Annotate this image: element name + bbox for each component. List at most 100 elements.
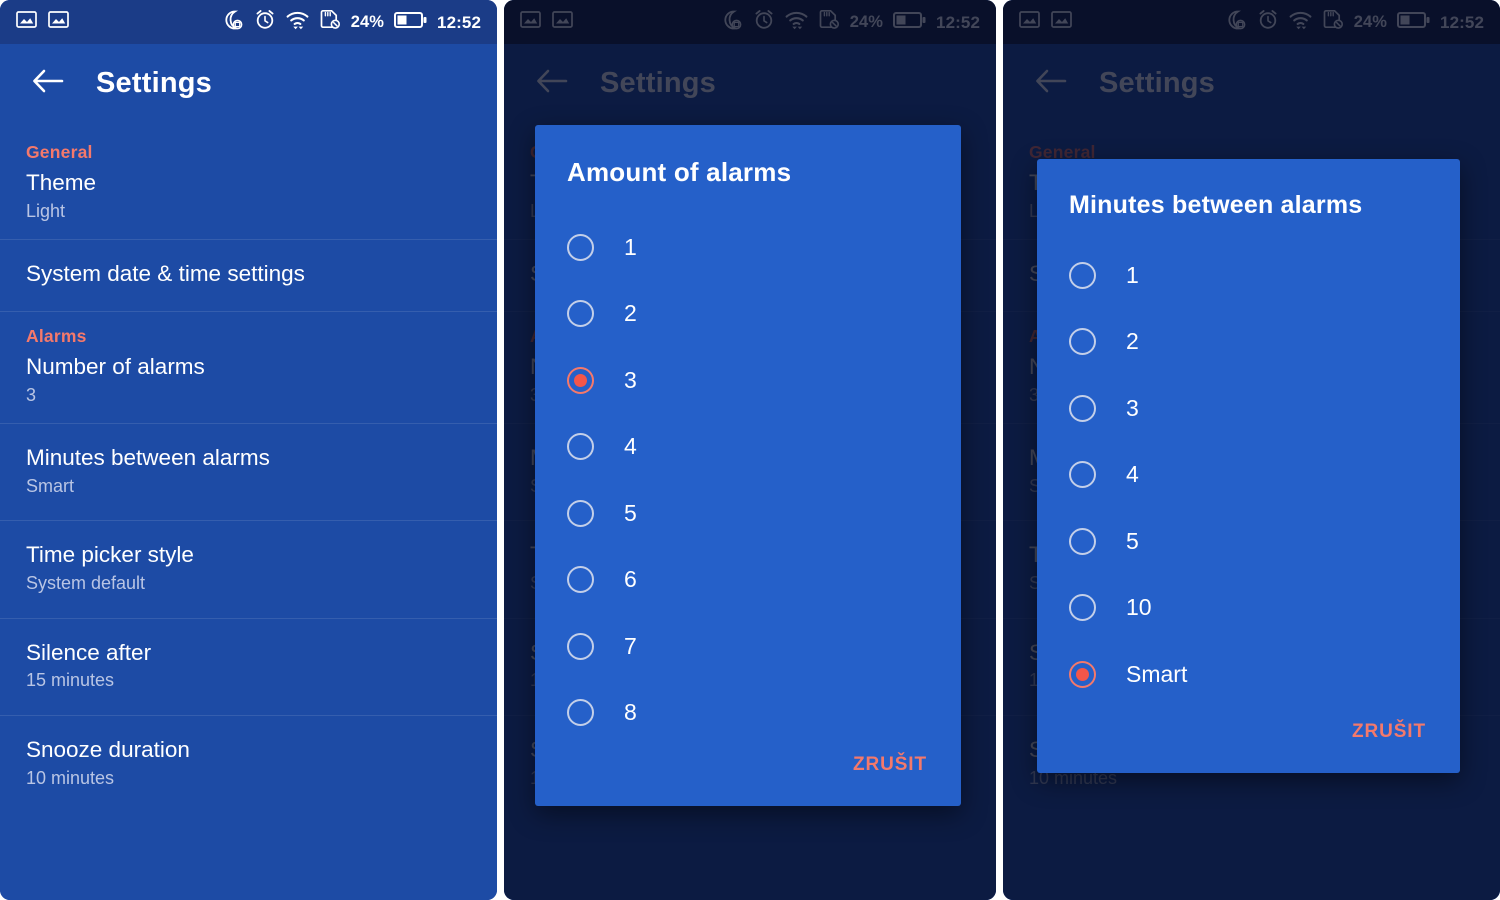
arrow-back-icon [32, 68, 64, 99]
page-title: Settings [600, 66, 716, 99]
sd-card-off-icon [818, 9, 840, 35]
list-item-silence-after[interactable]: Silence after 15 minutes [0, 619, 497, 716]
back-button[interactable] [1029, 61, 1073, 105]
image-icon [16, 11, 37, 33]
phone-panel-settings: 24% 12:52 Settings General Theme Light S… [0, 0, 497, 900]
do-not-disturb-moon-icon [720, 9, 743, 35]
page-title: Settings [1099, 66, 1215, 99]
radio-icon [567, 632, 594, 660]
radio-label: 5 [624, 499, 637, 526]
list-item-title: System date & time settings [26, 261, 305, 287]
status-bar-system-icons: 24% 12:52 [221, 9, 481, 35]
list-item-system-date-time-settings[interactable]: System date & time settings [0, 240, 497, 312]
screenshot-stage: 24% 12:52 Settings General Theme Light S… [0, 0, 1500, 900]
radio-option-4[interactable]: 4 [535, 414, 961, 481]
panel-divider [996, 0, 1003, 900]
image-icon [520, 11, 541, 33]
radio-label: 7 [624, 632, 637, 659]
status-bar-notification-icons [520, 11, 573, 33]
radio-group-amount-of-alarms: 1 2 3 4 5 6 7 8 [535, 214, 961, 746]
app-bar: Settings [504, 44, 996, 122]
radio-label: 4 [1126, 461, 1139, 488]
battery-percent-label: 24% [1353, 12, 1388, 31]
radio-icon [567, 699, 594, 727]
radio-option-5[interactable]: 5 [1037, 508, 1460, 575]
radio-icon [1069, 394, 1096, 422]
list-item-title: Silence after [26, 639, 152, 665]
radio-label: 3 [624, 366, 637, 393]
list-item-value: Light [26, 200, 66, 221]
battery-percent-label: 24% [849, 12, 884, 31]
amount-of-alarms-dialog: Amount of alarms 1 2 3 4 5 6 7 8 ZRUŠIT [535, 125, 961, 806]
radio-label: 8 [624, 699, 637, 726]
radio-option-3[interactable]: 3 [1037, 375, 1460, 442]
screen-surface: 24% 12:52 Settings General T [504, 0, 996, 900]
radio-icon [567, 300, 594, 328]
list-item-snooze-duration[interactable]: Snooze duration 10 minutes [0, 716, 497, 812]
radio-option-2[interactable]: 2 [1037, 309, 1460, 376]
radio-option-3[interactable]: 3 [535, 347, 961, 414]
list-item-time-picker-style[interactable]: Time picker style System default [0, 521, 497, 619]
radio-option-smart[interactable]: Smart [1037, 641, 1460, 708]
radio-label: 6 [624, 566, 637, 593]
radio-option-7[interactable]: 7 [535, 613, 961, 680]
radio-option-10[interactable]: 10 [1037, 575, 1460, 642]
radio-label: Smart [1126, 660, 1188, 687]
image-icon [552, 11, 573, 33]
radio-group-minutes-between-alarms: 1 2 3 4 5 10 Smart [1037, 242, 1460, 713]
radio-option-5[interactable]: 5 [535, 480, 961, 547]
radio-option-8[interactable]: 8 [535, 680, 961, 747]
radio-option-6[interactable]: 6 [535, 547, 961, 614]
status-bar-clock: 12:52 [1440, 12, 1484, 32]
dialog-title: Amount of alarms [567, 157, 792, 187]
status-bar: 24% 12:52 [1003, 0, 1500, 44]
do-not-disturb-moon-icon [1224, 9, 1247, 35]
list-item-value: System default [26, 573, 146, 594]
list-item-number-of-alarms[interactable]: Number of alarms 3 [0, 349, 497, 425]
radio-option-2[interactable]: 2 [535, 281, 961, 348]
arrow-back-icon [1035, 68, 1067, 99]
phone-panel-minutes-dialog: 24% 12:52 Settings General T [1003, 0, 1500, 900]
list-item-value: 15 minutes [26, 670, 115, 691]
radio-label: 2 [624, 300, 637, 327]
do-not-disturb-moon-icon [221, 9, 244, 35]
status-bar-clock: 12:52 [437, 12, 481, 32]
radio-option-1[interactable]: 1 [535, 214, 961, 281]
status-bar-notification-icons [16, 11, 69, 33]
list-item-minutes-between-alarms[interactable]: Minutes between alarms Smart [0, 424, 497, 522]
list-item-title: Snooze duration [26, 736, 190, 762]
radio-icon [567, 566, 594, 594]
list-item-title: Minutes between alarms [26, 445, 270, 471]
cancel-button[interactable]: ZRUŠIT [843, 746, 937, 784]
alarm-clock-icon [753, 9, 775, 35]
radio-icon [1069, 461, 1096, 489]
dialog-title: Minutes between alarms [1069, 191, 1363, 219]
minutes-between-alarms-dialog: Minutes between alarms 1 2 3 4 5 10 Smar… [1037, 159, 1460, 773]
back-button[interactable] [530, 61, 574, 105]
radio-icon [1069, 261, 1096, 289]
sd-card-off-icon [319, 9, 341, 35]
status-bar-system-icons: 24% 12:52 [720, 9, 980, 35]
list-item-value: Smart [26, 475, 75, 496]
radio-selected-icon [567, 366, 594, 394]
sd-card-off-icon [1322, 9, 1344, 35]
dialog-actions: ZRUŠIT [535, 746, 961, 812]
image-icon [48, 11, 69, 33]
app-bar: Settings [0, 44, 497, 122]
dialog-actions: ZRUŠIT [1037, 713, 1460, 773]
list-item-value: 3 [26, 384, 37, 405]
section-header-general: General [26, 142, 93, 162]
radio-icon [567, 433, 594, 461]
list-item-title: Time picker style [26, 542, 194, 568]
battery-icon [394, 11, 427, 34]
panel-divider [497, 0, 504, 900]
list-item-theme[interactable]: Theme Light [0, 165, 497, 241]
radio-label: 5 [1126, 527, 1139, 554]
cancel-button[interactable]: ZRUŠIT [1342, 713, 1436, 751]
status-bar-notification-icons [1019, 11, 1072, 33]
radio-option-4[interactable]: 4 [1037, 442, 1460, 509]
radio-label: 1 [624, 233, 637, 260]
wifi-icon [286, 10, 309, 35]
back-button[interactable] [26, 61, 70, 105]
radio-option-1[interactable]: 1 [1037, 242, 1460, 309]
